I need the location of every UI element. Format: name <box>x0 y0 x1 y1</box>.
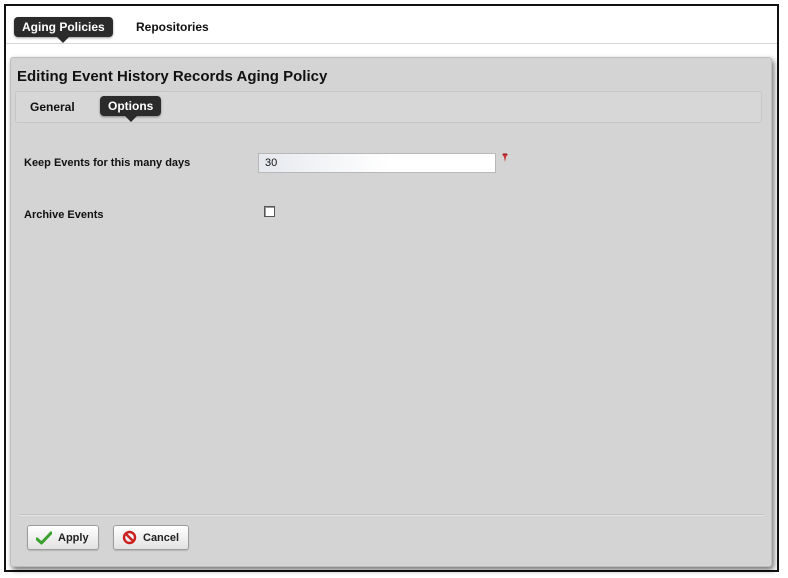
prohibited-icon <box>122 530 137 545</box>
keep-events-input[interactable] <box>258 153 496 173</box>
tab-repositories[interactable]: Repositories <box>132 17 213 37</box>
checkmark-icon <box>36 531 52 544</box>
keep-events-label: Keep Events for this many days <box>24 157 191 169</box>
dialog-tab-bar: General Options <box>15 91 762 123</box>
footer-divider <box>19 514 763 516</box>
tab-options[interactable]: Options <box>100 96 162 122</box>
tab-general[interactable]: General <box>26 97 79 117</box>
required-pin-icon <box>502 153 508 162</box>
tab-aging-policies[interactable]: Aging Policies <box>14 17 113 43</box>
apply-button[interactable]: Apply <box>27 525 99 550</box>
window-frame: Aging Policies Repositories Editing Even… <box>4 4 779 572</box>
apply-button-label: Apply <box>58 531 89 544</box>
dialog-title: Editing Event History Records Aging Poli… <box>17 68 328 85</box>
archive-events-checkbox[interactable] <box>264 206 275 217</box>
cancel-button-label: Cancel <box>143 531 180 544</box>
cancel-button[interactable]: Cancel <box>113 525 190 550</box>
top-tab-bar: Aging Policies Repositories <box>6 6 777 44</box>
archive-events-label: Archive Events <box>24 209 104 221</box>
edit-policy-dialog: Editing Event History Records Aging Poli… <box>10 57 772 567</box>
